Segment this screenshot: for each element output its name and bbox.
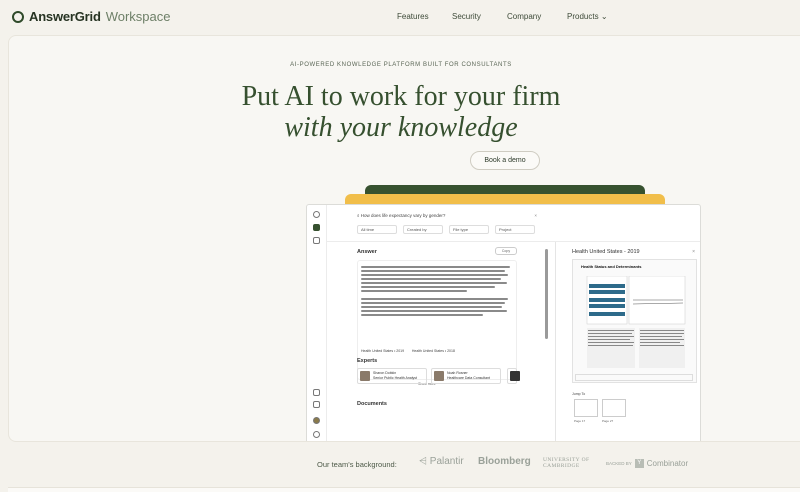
reference-cards: Health United States • 2019 Health Unite…: [361, 349, 515, 353]
yc-mark: Y: [634, 459, 644, 468]
yc-prefix: BACKED BY: [606, 461, 632, 466]
expert-card[interactable]: [507, 368, 520, 384]
filter-project[interactable]: Project: [495, 225, 535, 234]
filter-row: All time Created by File type Project: [357, 225, 535, 234]
documents-title: Documents: [357, 401, 387, 407]
document-icon[interactable]: [313, 401, 320, 408]
hero-headline-italic: with your knowledge: [284, 112, 518, 143]
panel-divider: [555, 242, 556, 441]
next-section-edge: [8, 487, 800, 492]
chat-icon[interactable]: [313, 237, 320, 244]
filter-created-by[interactable]: Created by: [403, 225, 443, 234]
nav-features[interactable]: Features: [397, 12, 429, 21]
panel-title: Health United States - 2019: [572, 249, 640, 255]
search-icon: ⌕: [357, 213, 360, 218]
close-icon[interactable]: ×: [534, 210, 537, 221]
avatar: [360, 371, 370, 381]
page-thumbnail[interactable]: [574, 399, 598, 417]
palantir-name: Palantir: [429, 456, 464, 467]
reference-card[interactable]: Health United States • 2018: [412, 349, 455, 353]
nav-company[interactable]: Company: [507, 12, 541, 21]
decorative-yellow-bar: [345, 194, 665, 204]
jump-to-label: Jump To: [572, 392, 586, 396]
search-input[interactable]: ⌕ How does life expectancy vary by gende…: [357, 210, 537, 221]
avatar: [434, 371, 444, 381]
text-line: [361, 290, 468, 292]
page-thumbnail[interactable]: [602, 399, 626, 417]
expert-card[interactable]: Sharon Dobkin Senior Public Health Analy…: [357, 368, 427, 384]
expert-role: Healthcare Data Consultant: [447, 376, 490, 380]
doc-chart-figure: [586, 276, 686, 368]
text-line: [361, 274, 509, 276]
bloomberg-logo: Bloomberg: [478, 456, 531, 467]
text-line: [361, 298, 509, 300]
avatar[interactable]: [313, 417, 320, 424]
ycombinator-logo: BACKED BY Y Combinator: [606, 459, 688, 468]
expert-role: Senior Public Health Analyst: [373, 376, 417, 380]
hero-section: AI-POWERED KNOWLEDGE PLATFORM BUILT FOR …: [8, 35, 800, 442]
cambridge-logo: UNIVERSITY OF CAMBRIDGE: [543, 457, 590, 469]
doc-heading: Health Status and Determinants: [581, 264, 642, 269]
search-query: How does life expectancy vary by gender?: [360, 213, 446, 218]
text-line: [361, 306, 503, 308]
text-line: [361, 286, 495, 288]
text-line: [361, 302, 506, 304]
yc-name: Combinator: [646, 459, 689, 468]
answer-section: Answer Copy Health United States • 2019: [357, 247, 517, 441]
nav-security[interactable]: Security: [452, 12, 481, 21]
thumbnail-label: Page 17: [574, 419, 586, 423]
document-preview[interactable]: Health Status and Determinants: [572, 259, 697, 383]
team-background-label: Our team's background:: [317, 460, 397, 469]
logo[interactable]: AnswerGrid Workspace: [12, 9, 170, 24]
logo-mark-icon: [12, 10, 24, 23]
document-panel: Health United States - 2019 × Health Sta…: [572, 249, 697, 441]
answer-body: Health United States • 2019 Health Unite…: [357, 260, 517, 386]
experts-title: Experts: [357, 358, 378, 364]
circle-icon[interactable]: [313, 211, 320, 218]
hero-headline: Put AI to work for your firm: [241, 81, 561, 112]
filter-time[interactable]: All time: [357, 225, 397, 234]
logo-text: AnswerGrid: [29, 9, 101, 24]
chevron-down-icon: ⌄: [600, 12, 608, 21]
text-line: [361, 282, 507, 284]
nav-products[interactable]: Products ⌄: [567, 12, 608, 21]
text-line: [361, 310, 507, 312]
logo-suffix: Workspace: [105, 9, 171, 24]
close-icon[interactable]: ×: [692, 249, 695, 255]
search-bar-area: ⌕ How does life expectancy vary by gende…: [327, 205, 700, 242]
home-icon[interactable]: [313, 224, 320, 231]
settings-icon[interactable]: [313, 431, 320, 438]
avatar: [510, 371, 520, 381]
answer-title: Answer: [357, 249, 377, 255]
palantir-logo: ⩤ Palantir: [419, 456, 464, 467]
copy-button[interactable]: Copy: [495, 247, 517, 255]
hero-eyebrow: AI-POWERED KNOWLEDGE PLATFORM BUILT FOR …: [290, 62, 512, 68]
scrollbar[interactable]: [545, 249, 548, 339]
book-demo-button[interactable]: Book a demo: [470, 151, 540, 170]
side-rail: [307, 205, 327, 441]
text-line: [361, 278, 501, 280]
doc-toolbar[interactable]: [575, 374, 693, 381]
thumbnail-label: Page 27: [602, 419, 614, 423]
reference-card[interactable]: Health United States • 2019: [361, 349, 404, 353]
layout-icon[interactable]: [313, 389, 320, 396]
top-nav: AnswerGrid Workspace Features Security C…: [0, 0, 800, 34]
text-line: [361, 270, 506, 272]
expert-card[interactable]: Noah Rosner Healthcare Data Consultant: [431, 368, 501, 384]
text-line: [361, 266, 510, 268]
nav-products-label: Products: [567, 12, 599, 21]
filter-file-type[interactable]: File type: [449, 225, 489, 234]
text-line: [361, 314, 483, 316]
app-preview: ⌕ How does life expectancy vary by gende…: [306, 204, 701, 441]
